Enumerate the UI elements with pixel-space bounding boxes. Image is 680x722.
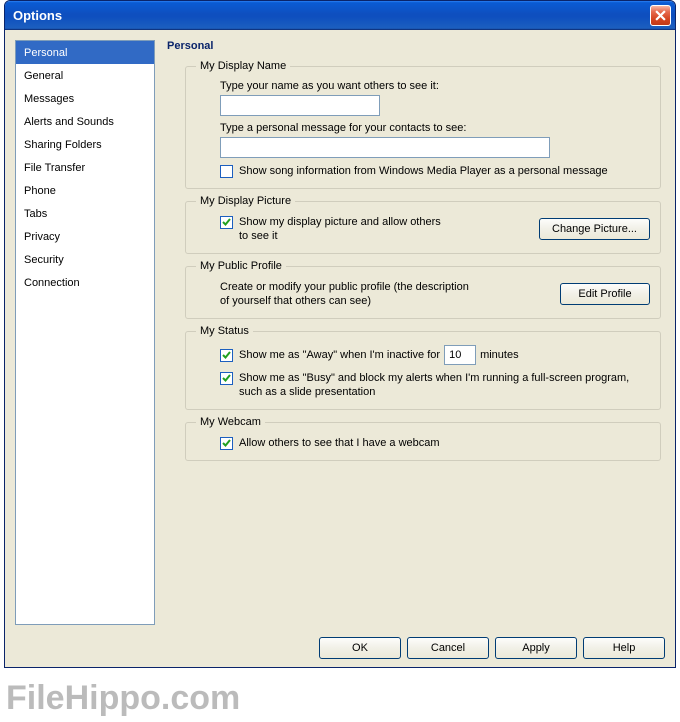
sidebar-item-sharing[interactable]: Sharing Folders xyxy=(16,133,154,156)
busy-label: Show me as "Busy" and block my alerts wh… xyxy=(239,371,650,399)
close-icon xyxy=(655,10,666,21)
sidebar-item-filetransfer[interactable]: File Transfer xyxy=(16,156,154,179)
display-name-input[interactable] xyxy=(220,95,380,116)
titlebar: Options xyxy=(5,1,675,30)
pm-prompt: Type a personal message for your contact… xyxy=(220,122,650,134)
apply-button[interactable]: Apply xyxy=(495,637,577,659)
group-status: My Status Show me as "Away" when I'm ina… xyxy=(185,325,661,410)
away-prefix: Show me as "Away" when I'm inactive for xyxy=(239,349,440,361)
change-picture-button[interactable]: Change Picture... xyxy=(539,218,650,240)
personal-message-input[interactable] xyxy=(220,137,550,158)
webcam-checkbox[interactable] xyxy=(220,437,233,450)
sidebar-item-tabs[interactable]: Tabs xyxy=(16,202,154,225)
ok-button[interactable]: OK xyxy=(319,637,401,659)
panel-title: Personal xyxy=(163,40,665,56)
cancel-button[interactable]: Cancel xyxy=(407,637,489,659)
sidebar-item-messages[interactable]: Messages xyxy=(16,87,154,110)
legend-display-name: My Display Name xyxy=(196,60,290,72)
sidebar-item-security[interactable]: Security xyxy=(16,248,154,271)
name-prompt: Type your name as you want others to see… xyxy=(220,80,650,92)
close-button[interactable] xyxy=(650,5,671,26)
away-checkbox[interactable] xyxy=(220,349,233,362)
show-picture-label: Show my display picture and allow others… xyxy=(239,215,449,243)
webcam-label: Allow others to see that I have a webcam xyxy=(239,436,650,450)
song-info-checkbox[interactable] xyxy=(220,165,233,178)
dialog-footer: OK Cancel Apply Help xyxy=(5,631,675,667)
sidebar-item-privacy[interactable]: Privacy xyxy=(16,225,154,248)
group-webcam: My Webcam Allow others to see that I hav… xyxy=(185,416,661,461)
busy-checkbox[interactable] xyxy=(220,372,233,385)
legend-webcam: My Webcam xyxy=(196,416,265,428)
category-sidebar: Personal General Messages Alerts and Sou… xyxy=(15,40,155,625)
song-info-label: Show song information from Windows Media… xyxy=(239,164,650,178)
sidebar-item-phone[interactable]: Phone xyxy=(16,179,154,202)
group-display-name: My Display Name Type your name as you wa… xyxy=(185,60,661,189)
legend-public-profile: My Public Profile xyxy=(196,260,286,272)
group-display-picture: My Display Picture Show my display pictu… xyxy=(185,195,661,254)
settings-panel: Personal My Display Name Type your name … xyxy=(163,40,665,625)
legend-display-picture: My Display Picture xyxy=(196,195,295,207)
public-profile-desc: Create or modify your public profile (th… xyxy=(220,280,470,308)
legend-status: My Status xyxy=(196,325,253,337)
options-dialog: Options Personal General Messages Alerts… xyxy=(4,0,676,668)
sidebar-item-general[interactable]: General xyxy=(16,64,154,87)
window-title: Options xyxy=(13,8,650,23)
show-picture-checkbox[interactable] xyxy=(220,216,233,229)
edit-profile-button[interactable]: Edit Profile xyxy=(560,283,650,305)
watermark: FileHippo.com xyxy=(6,679,240,718)
away-suffix: minutes xyxy=(480,349,519,361)
sidebar-item-personal[interactable]: Personal xyxy=(16,41,154,64)
sidebar-item-connection[interactable]: Connection xyxy=(16,271,154,294)
help-button[interactable]: Help xyxy=(583,637,665,659)
group-public-profile: My Public Profile Create or modify your … xyxy=(185,260,661,319)
sidebar-item-alerts[interactable]: Alerts and Sounds xyxy=(16,110,154,133)
away-minutes-input[interactable] xyxy=(444,345,476,365)
